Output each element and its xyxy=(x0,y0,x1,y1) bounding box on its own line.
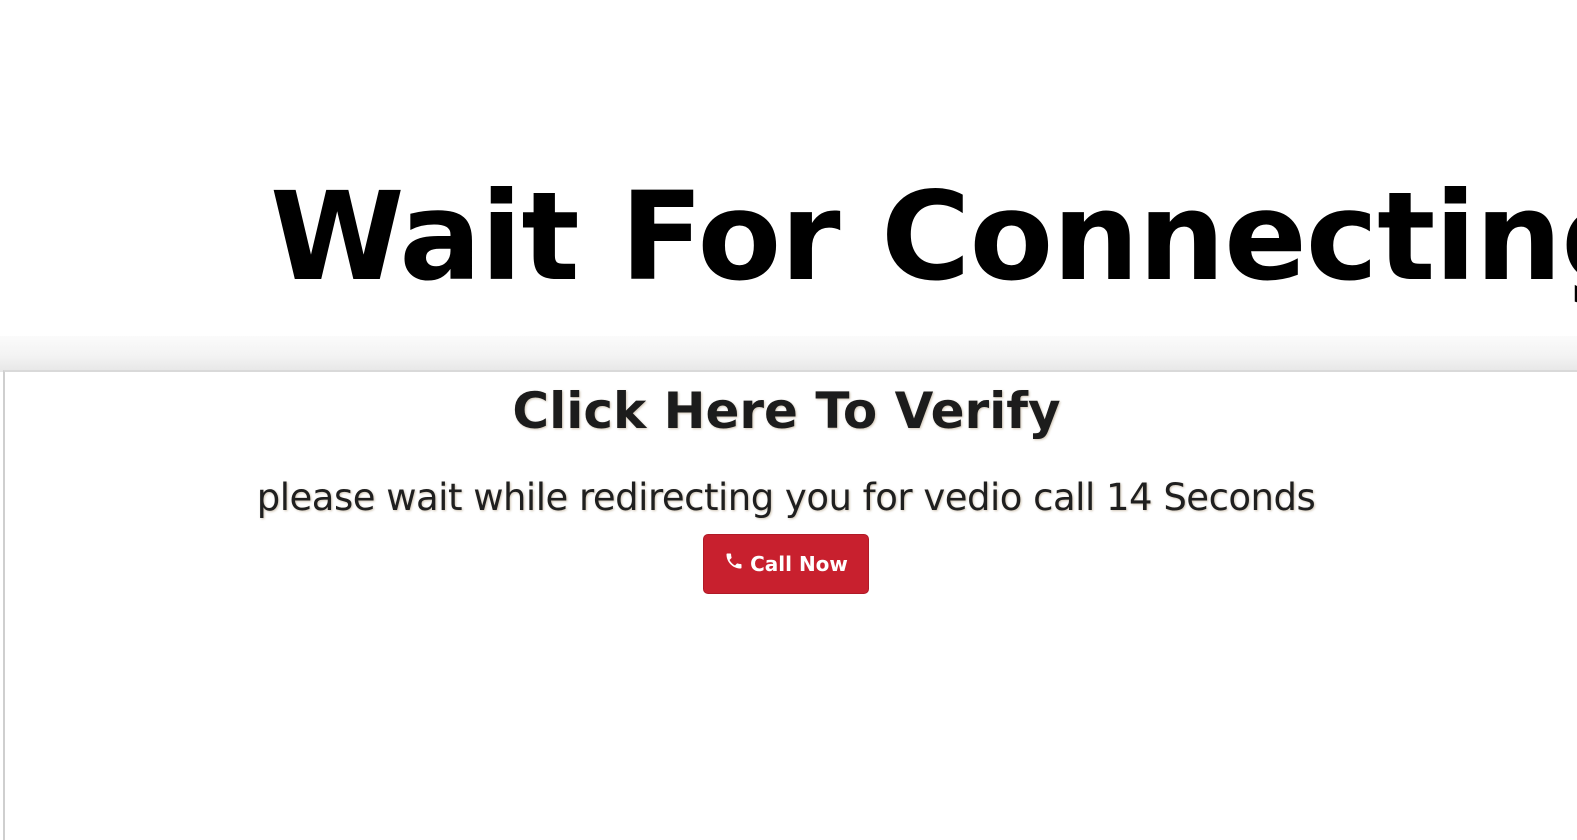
verify-title[interactable]: Click Here To Verify xyxy=(0,378,1577,444)
call-now-button[interactable]: Call Now xyxy=(703,534,869,594)
panel-shadow xyxy=(0,336,1577,372)
headline: Wait For Connecting call xyxy=(270,166,1577,308)
page: Wait For Connecting call Click Here To V… xyxy=(0,0,1577,840)
redirect-message: please wait while redirecting you for ve… xyxy=(256,476,1316,519)
phone-icon xyxy=(724,551,744,571)
call-now-label: Call Now xyxy=(750,552,848,576)
verify-title-text: Click Here To Verify xyxy=(512,382,1061,440)
